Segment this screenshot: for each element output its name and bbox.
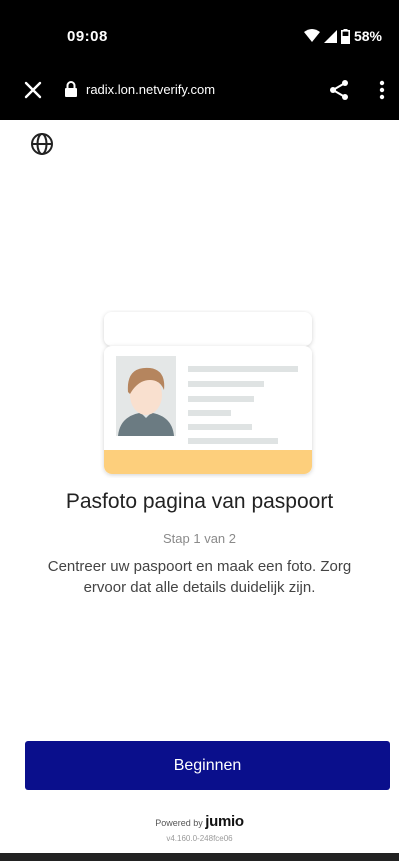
id-line: [188, 410, 231, 416]
browser-toolbar: radix.lon.netverify.com: [0, 60, 399, 120]
jumio-logo: jumio: [205, 813, 244, 830]
passport-top-page: [104, 312, 312, 346]
id-line: [188, 424, 252, 430]
id-line: [188, 381, 264, 387]
id-line: [188, 366, 298, 372]
battery-percent: 58%: [353, 28, 382, 44]
status-time: 09:08: [67, 28, 108, 45]
page-title: Pasfoto pagina van paspoort: [65, 490, 334, 513]
share-icon[interactable]: [327, 78, 351, 102]
url-text[interactable]: radix.lon.netverify.com: [86, 82, 215, 97]
lock-icon: [65, 81, 77, 97]
id-line: [188, 438, 278, 444]
status-icons: 58%: [303, 28, 382, 44]
status-bar: 09:08 58%: [0, 0, 399, 60]
globe-icon[interactable]: [30, 132, 54, 156]
version-text: v4.160.0-248fce06: [166, 834, 233, 843]
passport-illustration: [104, 312, 312, 474]
wifi-icon: [303, 29, 320, 42]
navigation-bar: [0, 853, 399, 861]
step-indicator: Stap 1 van 2: [163, 531, 236, 546]
powered-by: Powered by jumio: [0, 813, 399, 830]
close-icon[interactable]: [20, 77, 46, 103]
more-vert-icon[interactable]: [374, 78, 390, 102]
start-button[interactable]: Beginnen: [25, 741, 390, 790]
id-line: [188, 396, 254, 402]
cellular-icon: [323, 29, 337, 43]
battery-icon: [340, 28, 350, 44]
powered-by-label: Powered by: [155, 818, 203, 828]
instruction-text: Centreer uw paspoort en maak een foto. Z…: [47, 558, 352, 596]
